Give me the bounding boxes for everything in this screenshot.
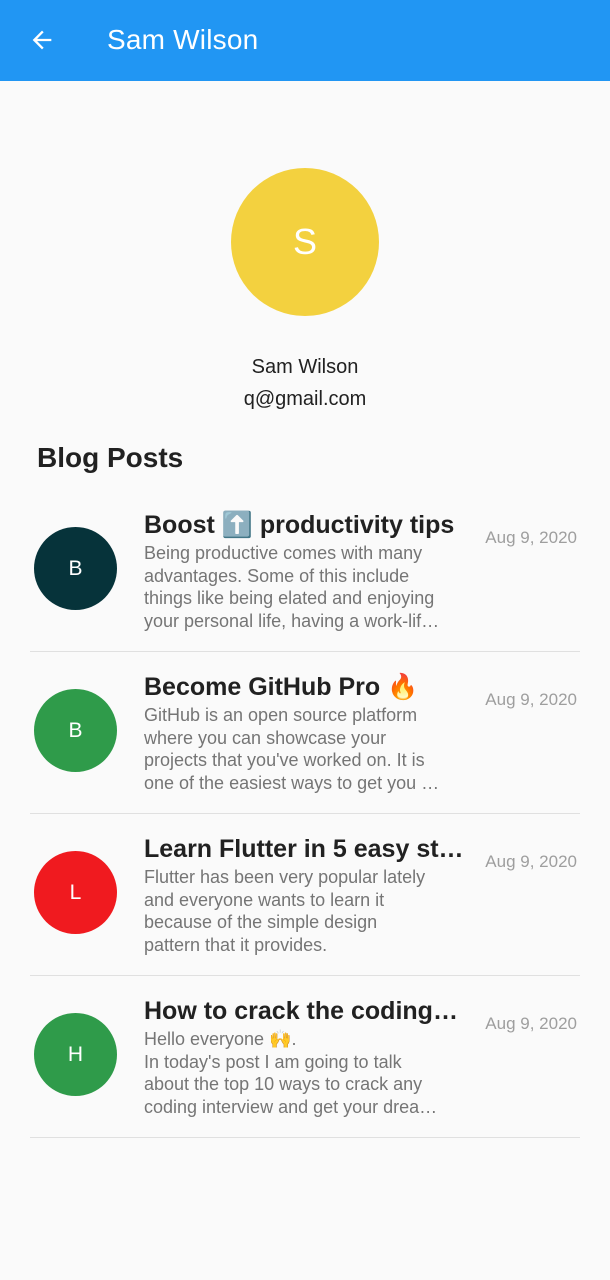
post-date: Aug 9, 2020 (485, 852, 577, 871)
post-date: Aug 9, 2020 (485, 528, 577, 547)
post-excerpt: Being productive comes with many advanta… (144, 543, 440, 631)
profile-email: q@gmail.com (243, 388, 367, 410)
profile-section: S Sam Wilson q@gmail.com (0, 168, 610, 414)
post-content: Boost ⬆️ productivity tips Being product… (144, 508, 464, 632)
back-button[interactable] (18, 16, 66, 64)
post-excerpt: GitHub is an open source platform where … (144, 705, 440, 793)
blog-post-list: B Boost ⬆️ productivity tips Being produ… (30, 490, 580, 1138)
post-content: How to crack the coding interview Hello … (144, 994, 464, 1118)
post-avatar: B (34, 527, 117, 610)
profile-avatar: S (231, 168, 379, 316)
post-date: Aug 9, 2020 (485, 1014, 577, 1033)
post-avatar: H (34, 1013, 117, 1096)
post-avatar: L (34, 851, 117, 934)
post-title: Learn Flutter in 5 easy steps (144, 835, 464, 863)
blog-post-item[interactable]: H How to crack the coding interview Hell… (30, 976, 580, 1138)
post-avatar: B (34, 689, 117, 772)
post-title: How to crack the coding interview (144, 997, 464, 1025)
section-title: Blog Posts (37, 442, 184, 473)
arrow-back-icon (32, 30, 52, 50)
post-title: Boost ⬆️ productivity tips (144, 511, 455, 539)
post-content: Become GitHub Pro 🔥 GitHub is an open so… (144, 670, 464, 794)
post-excerpt: Flutter has been very popular lately and… (144, 867, 426, 955)
post-date: Aug 9, 2020 (485, 690, 577, 709)
profile-name: Sam Wilson (251, 356, 359, 378)
page-title: Sam Wilson (107, 24, 259, 55)
blog-post-item[interactable]: B Become GitHub Pro 🔥 GitHub is an open … (30, 652, 580, 814)
post-title: Become GitHub Pro 🔥 (144, 673, 419, 701)
post-excerpt: Hello everyone 🙌. In today's post I am g… (144, 1029, 438, 1117)
post-content: Learn Flutter in 5 easy steps Flutter ha… (144, 832, 464, 956)
blog-post-item[interactable]: B Boost ⬆️ productivity tips Being produ… (30, 490, 580, 652)
app-bar: Sam Wilson (0, 0, 610, 81)
blog-post-item[interactable]: L Learn Flutter in 5 easy steps Flutter … (30, 814, 580, 976)
